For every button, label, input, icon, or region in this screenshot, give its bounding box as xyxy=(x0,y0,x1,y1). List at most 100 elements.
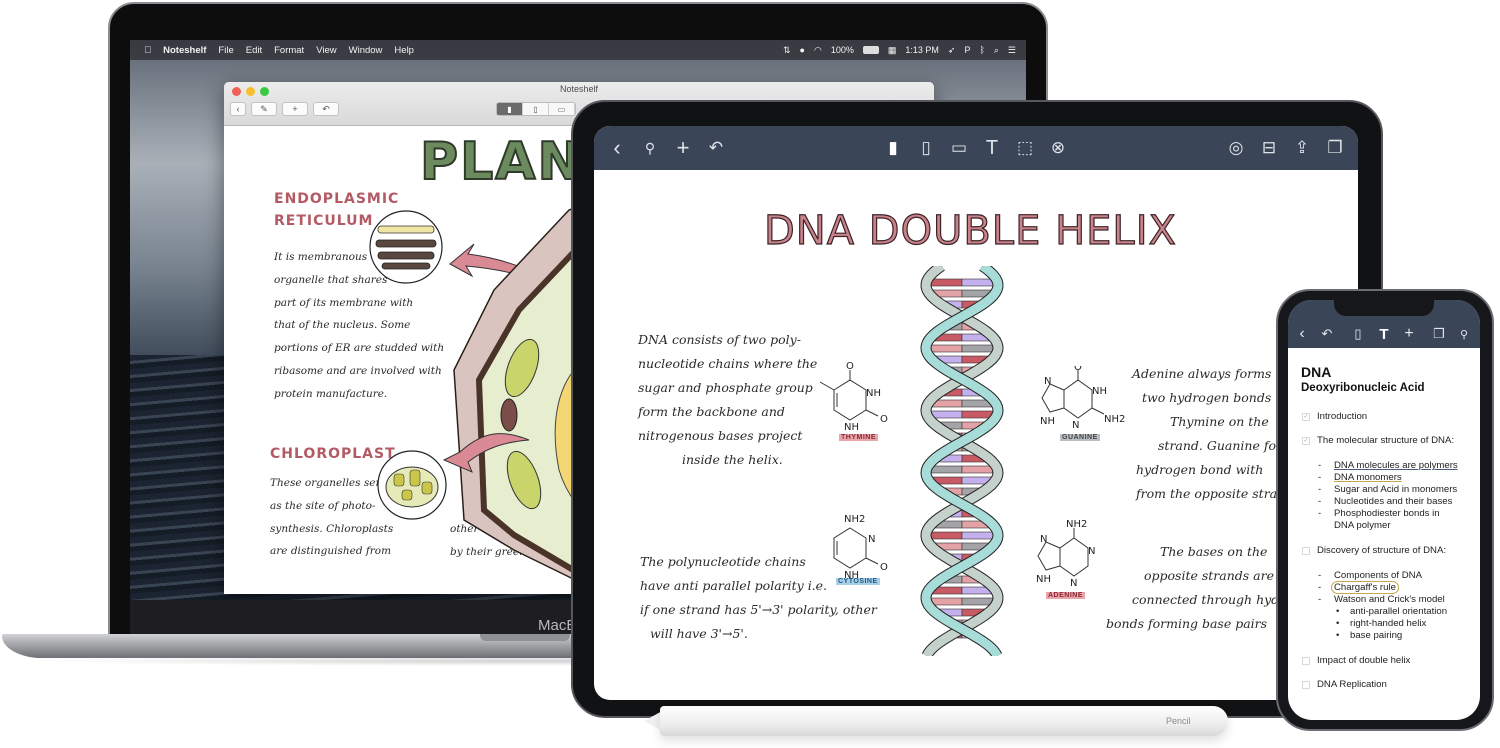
mac-menubar:  Noteshelf File Edit Format View Window… xyxy=(130,40,1026,60)
checkbox-molecular-structure[interactable]: ✓ xyxy=(1302,437,1310,445)
bullet-item: right-handed helix xyxy=(1350,618,1427,629)
back-button[interactable]: ‹ xyxy=(230,102,246,116)
highlighter-icon[interactable]: ▯ xyxy=(915,137,937,159)
clock[interactable]: 1:13 PM xyxy=(905,45,939,55)
text-icon[interactable]: T xyxy=(1376,326,1392,343)
menu-edit[interactable]: Edit xyxy=(246,45,262,56)
dash-marker: - xyxy=(1318,496,1322,507)
shapes-overlap-icon[interactable]: ◎ xyxy=(1225,137,1247,159)
checkbox-replication[interactable] xyxy=(1302,681,1310,689)
back-icon[interactable]: ‹ xyxy=(1294,325,1310,342)
pages-icon[interactable]: ❐ xyxy=(1431,326,1447,342)
p-icon[interactable]: P xyxy=(964,45,970,55)
granum-stack xyxy=(401,489,413,501)
undo-icon[interactable]: ↶ xyxy=(705,137,727,159)
base-pair-segment xyxy=(961,465,994,474)
sub-item: Chargaff's rule xyxy=(1331,581,1399,594)
apple-menu-icon[interactable]:  xyxy=(144,45,151,56)
pages-icon[interactable]: ❐ xyxy=(1324,137,1346,159)
svg-text:NH: NH xyxy=(866,388,881,399)
ipad-screen: ‹ ⚲ + ↶ ▮ ▯ ▭ T ⬚ ⊗ ◎ ⊟ ⇪ ❐ DNA DOUBLE H… xyxy=(594,126,1358,700)
granum-stack xyxy=(409,469,421,487)
base-pair-segment xyxy=(930,465,963,474)
wrench-icon[interactable]: ⚲ xyxy=(639,137,661,159)
undo-button[interactable]: ↶ xyxy=(313,102,339,116)
text-line: will have 3'→5'. xyxy=(650,626,748,641)
checkbox-impact[interactable] xyxy=(1302,657,1310,665)
settings-button[interactable]: ✎ xyxy=(251,102,277,116)
battery-icon[interactable] xyxy=(862,46,879,54)
lasso-icon[interactable]: ⬚ xyxy=(1014,137,1036,159)
guanine-structure: O NH N NH N NH2 xyxy=(1040,366,1125,431)
bullet-marker: • xyxy=(1336,618,1340,629)
iphone-screen: ‹ ↶ ▯ T + ❐ ⚲ DNA Deoxyribonucleic Acid … xyxy=(1288,300,1480,720)
svg-text:N: N xyxy=(1088,546,1095,557)
shapes-icon[interactable]: ⊗ xyxy=(1047,137,1069,159)
search-icon[interactable]: ⌕ xyxy=(994,45,999,56)
text-icon[interactable]: T xyxy=(981,137,1003,159)
list-item: DNA Replication xyxy=(1317,679,1387,690)
base-pair-segment xyxy=(961,344,995,353)
svg-text:N: N xyxy=(868,534,875,545)
rocket-icon[interactable]: ➶ xyxy=(948,45,956,56)
pen-icon[interactable]: ▮ xyxy=(882,137,904,159)
guanine-label: GUANINE xyxy=(1060,434,1100,441)
highlighter-tool-icon[interactable]: ▯ xyxy=(523,103,549,115)
menu-window[interactable]: Window xyxy=(349,45,383,56)
spotify-icon[interactable]: ● xyxy=(800,45,805,55)
dropbox-icon[interactable]: ⇅ xyxy=(783,45,791,56)
svg-text:NH2: NH2 xyxy=(844,514,865,525)
sub-item: DNA molecules are polymers xyxy=(1334,460,1458,471)
paragraph-structure: DNA consists of two poly- nucleotide cha… xyxy=(638,328,817,472)
er-membrane xyxy=(381,262,431,270)
add-button[interactable]: + xyxy=(282,102,308,116)
menu-help[interactable]: Help xyxy=(394,45,414,56)
svg-text:NH2: NH2 xyxy=(1104,414,1125,425)
add-icon[interactable]: + xyxy=(672,135,694,160)
pen-tool-icon[interactable]: ▮ xyxy=(497,103,523,115)
note-title: DNA xyxy=(1301,364,1332,380)
list-item: Introduction xyxy=(1317,411,1368,422)
adenine-label: ADENINE xyxy=(1046,592,1086,599)
dash-marker: - xyxy=(1318,508,1322,519)
eraser-icon[interactable]: ▭ xyxy=(948,137,970,159)
menu-view[interactable]: View xyxy=(316,45,336,56)
sub-item: Nucleotides and their bases xyxy=(1334,496,1453,507)
checkbox-discovery[interactable] xyxy=(1302,547,1310,555)
checkbox-introduction[interactable]: ✓ xyxy=(1302,413,1310,421)
pen-icon[interactable]: ▯ xyxy=(1350,326,1366,342)
menu-app-name[interactable]: Noteshelf xyxy=(163,45,206,56)
stamp-icon[interactable]: ⊟ xyxy=(1258,137,1280,159)
bluetooth-icon[interactable]: ᛒ xyxy=(979,45,984,55)
sub-item: Sugar and Acid in monomers xyxy=(1334,484,1458,495)
apple-pencil xyxy=(660,706,1228,736)
share-icon[interactable]: ⇪ xyxy=(1291,137,1313,159)
base-pair-segment xyxy=(961,531,995,540)
list-icon[interactable]: ☰ xyxy=(1008,45,1016,56)
svg-text:NH: NH xyxy=(1040,416,1055,427)
back-icon[interactable]: ‹ xyxy=(606,135,628,160)
dash-marker: - xyxy=(1318,472,1322,483)
wifi-icon[interactable]: ◠ xyxy=(814,45,822,56)
svg-text:NH: NH xyxy=(1036,574,1051,585)
wrench-icon[interactable]: ⚲ xyxy=(1456,326,1472,342)
menu-format[interactable]: Format xyxy=(274,45,304,56)
dash-marker: - xyxy=(1318,484,1322,495)
sub-item-text: DNA monomers xyxy=(1334,472,1402,483)
base-pair-segment xyxy=(930,597,963,606)
bullet-marker: • xyxy=(1336,606,1340,617)
granum-stack xyxy=(393,473,405,487)
eraser-tool-icon[interactable]: ▭ xyxy=(549,103,575,115)
menu-file[interactable]: File xyxy=(218,45,233,56)
svg-text:O: O xyxy=(846,362,854,372)
undo-icon[interactable]: ↶ xyxy=(1319,326,1335,342)
list-item: The molecular structure of DNA: xyxy=(1317,435,1455,446)
sub-item: Watson and Crick's model xyxy=(1334,594,1445,605)
svg-text:O: O xyxy=(880,562,888,573)
text-line: DNA consists of two poly- xyxy=(638,332,801,347)
add-icon[interactable]: + xyxy=(1401,325,1417,342)
text-line: if one strand has 5'→3' polarity, other xyxy=(640,602,877,617)
menubar-status-area: ⇅ ● ◠ 100% ▦ 1:13 PM ➶ P ᛒ ⌕ ☰ xyxy=(783,40,1016,60)
svg-text:NH2: NH2 xyxy=(1066,519,1087,530)
app-icon[interactable]: ▦ xyxy=(888,45,897,56)
